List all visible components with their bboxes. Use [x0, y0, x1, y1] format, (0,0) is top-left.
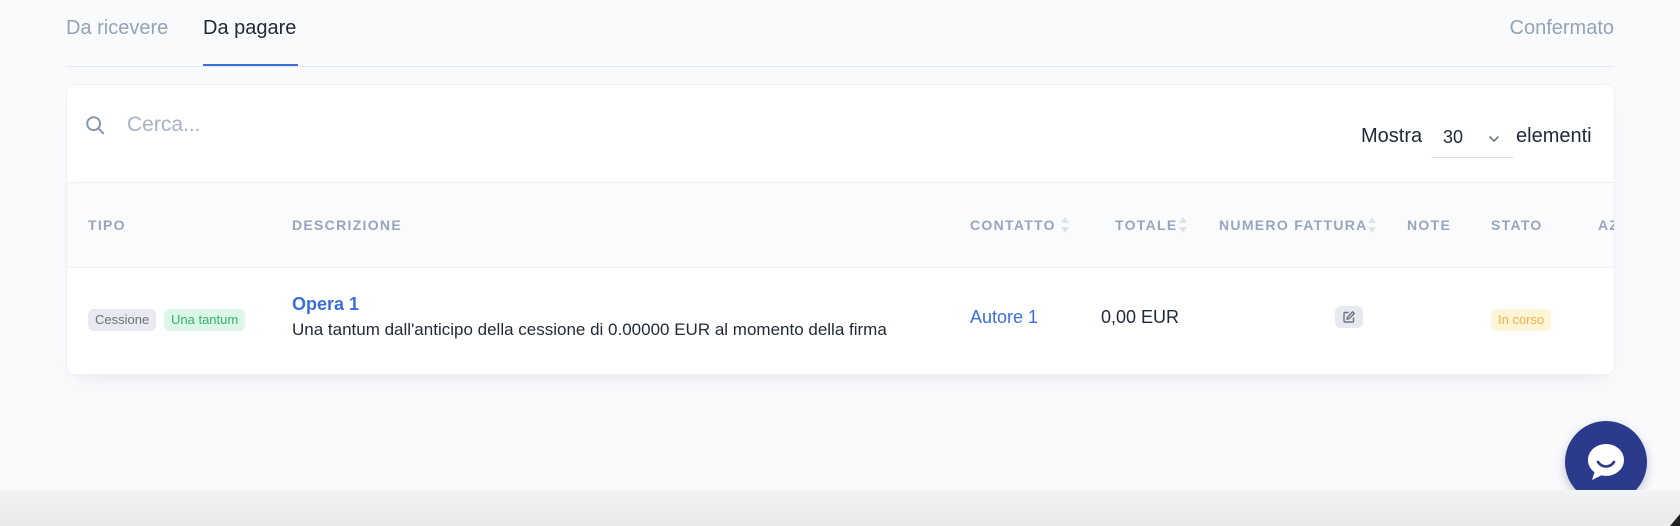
table-card: Mostra 30 elementi TIPO DESCRIZIONE CONT… [66, 84, 1615, 375]
page-size-prefix: Mostra [1361, 125, 1423, 147]
page-size-suffix: elementi [1516, 125, 1592, 147]
search-input[interactable] [125, 107, 629, 143]
window-bottom-edge [0, 490, 1680, 526]
search-icon [86, 116, 105, 135]
column-header-azioni: AZ [1598, 217, 1614, 233]
column-header-stato: STATO [1491, 217, 1543, 233]
row-description: Una tantum dall'anticipo della cessione … [292, 320, 887, 339]
active-tab-indicator [203, 64, 298, 66]
type-badge-una-tantum: Una tantum [164, 309, 246, 331]
column-header-tipo: TIPO [88, 217, 126, 233]
chat-bubble-icon [1588, 444, 1624, 480]
sort-icon[interactable] [1367, 214, 1377, 236]
tab-da-ricevere[interactable]: Da ricevere [66, 17, 168, 40]
sort-icon[interactable] [1178, 214, 1188, 236]
column-header-descrizione: DESCRIZIONE [292, 217, 402, 233]
contact-link[interactable]: Autore 1 [970, 307, 1038, 328]
sort-icon[interactable] [1060, 214, 1070, 236]
column-header-contatto[interactable]: CONTATTO [970, 217, 1056, 233]
tabs-bar: Da ricevere Da pagare Confermato [66, 0, 1614, 67]
column-header-numero-fattura[interactable]: NUMERO FATTURA [1219, 217, 1368, 233]
tab-confermato[interactable]: Confermato [1510, 17, 1615, 40]
page-size-select[interactable]: 30 [1432, 119, 1513, 158]
tab-da-pagare[interactable]: Da pagare [203, 17, 296, 40]
type-badge-cessione: Cessione [88, 309, 157, 331]
edit-invoice-button[interactable] [1335, 306, 1363, 328]
page-size-value: 30 [1443, 127, 1464, 147]
column-header-totale[interactable]: TOTALE [1115, 217, 1178, 233]
resize-handle-icon[interactable] [1668, 512, 1680, 526]
column-header-note: NOTE [1407, 217, 1452, 233]
row-total: 0,00 EUR [1101, 307, 1180, 327]
table-header: TIPO DESCRIZIONE CONTATTO TOTALE NUMERO … [67, 182, 1614, 268]
row-title-link[interactable]: Opera 1 [292, 294, 359, 315]
status-badge: In corso [1491, 309, 1552, 331]
chevron-down-icon [1489, 136, 1499, 142]
edit-icon [1343, 311, 1355, 323]
